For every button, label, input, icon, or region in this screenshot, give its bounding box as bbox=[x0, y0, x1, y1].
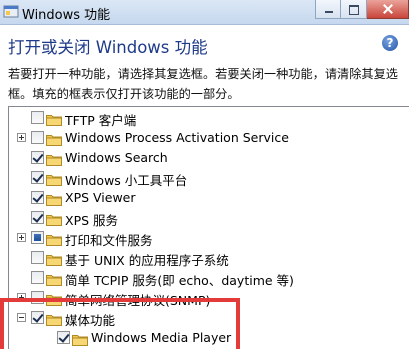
minimize-button[interactable] bbox=[315, 0, 341, 19]
description-text: 若要打开一种功能，请选择其复选框。若要关闭一种功能，请清除其复选框。填充的框表示… bbox=[8, 67, 398, 101]
windows-features-icon bbox=[3, 5, 19, 18]
feature-checkbox[interactable] bbox=[31, 191, 44, 204]
folder-icon bbox=[46, 211, 62, 226]
feature-checkbox[interactable] bbox=[31, 271, 44, 284]
expand-toggle[interactable] bbox=[17, 233, 26, 242]
folder-icon bbox=[46, 131, 62, 146]
feature-checkbox[interactable] bbox=[31, 171, 44, 184]
feature-label: Windows 小工具平台 bbox=[65, 173, 188, 188]
folder-icon bbox=[46, 191, 62, 206]
folder-icon bbox=[46, 171, 62, 186]
title-bar[interactable]: Windows 功能 bbox=[0, 0, 409, 25]
feature-row[interactable]: TFTP 客户端 bbox=[9, 108, 409, 128]
windows-features-dialog: Windows 功能 打开或关闭 Windows 功能 ? 若要打开一种功能，请… bbox=[0, 0, 409, 349]
collapse-toggle[interactable] bbox=[17, 313, 26, 322]
folder-icon bbox=[46, 151, 62, 166]
folder-icon bbox=[46, 111, 62, 126]
feature-label: Windows Media Player bbox=[91, 330, 232, 345]
help-icon[interactable]: ? bbox=[382, 35, 398, 51]
feature-row[interactable]: 简单网络管理协议(SNMP) bbox=[9, 288, 409, 308]
feature-checkbox[interactable] bbox=[31, 291, 44, 304]
feature-checkbox[interactable] bbox=[31, 151, 44, 164]
expand-toggle[interactable] bbox=[17, 293, 26, 302]
feature-row[interactable]: 基于 UNIX 的应用程序子系统 bbox=[9, 248, 409, 268]
feature-label: Windows Process Activation Service bbox=[65, 130, 289, 145]
feature-checkbox[interactable] bbox=[31, 311, 44, 324]
feature-label: 打印和文件服务 bbox=[65, 233, 153, 248]
feature-label: 简单 TCPIP 服务(即 echo、daytime 等) bbox=[65, 273, 294, 288]
feature-row[interactable]: Windows Media Player bbox=[9, 328, 409, 348]
feature-row[interactable]: Windows Search bbox=[9, 148, 409, 168]
feature-label: XPS Viewer bbox=[65, 190, 136, 205]
feature-row[interactable]: 媒体功能 bbox=[9, 308, 409, 328]
maximize-button[interactable] bbox=[341, 0, 367, 19]
folder-icon bbox=[46, 251, 62, 266]
folder-icon bbox=[46, 231, 62, 246]
feature-label: XPS 服务 bbox=[65, 213, 119, 228]
feature-checkbox[interactable] bbox=[31, 131, 44, 144]
feature-checkbox[interactable] bbox=[31, 251, 44, 264]
feature-row[interactable]: 打印和文件服务 bbox=[9, 228, 409, 248]
folder-icon bbox=[46, 291, 62, 306]
features-tree[interactable]: TFTP 客户端 Windows Process Activation Servi… bbox=[8, 106, 409, 349]
folder-icon bbox=[72, 331, 88, 346]
close-button[interactable] bbox=[367, 0, 409, 19]
feature-label: TFTP 客户端 bbox=[65, 113, 137, 128]
expand-toggle[interactable] bbox=[17, 133, 26, 142]
feature-row[interactable]: 简单 TCPIP 服务(即 echo、daytime 等) bbox=[9, 268, 409, 288]
feature-checkbox[interactable] bbox=[31, 231, 44, 244]
folder-icon bbox=[46, 311, 62, 326]
feature-row[interactable]: XPS Viewer bbox=[9, 188, 409, 208]
feature-row[interactable]: Windows 小工具平台 bbox=[9, 168, 409, 188]
feature-row[interactable]: Windows Process Activation Service bbox=[9, 128, 409, 148]
caption-buttons bbox=[315, 0, 409, 20]
feature-label: 媒体功能 bbox=[65, 313, 116, 328]
feature-label: 基于 UNIX 的应用程序子系统 bbox=[65, 253, 229, 268]
window-title: Windows 功能 bbox=[22, 8, 111, 23]
folder-icon bbox=[46, 271, 62, 286]
feature-checkbox[interactable] bbox=[31, 111, 44, 124]
page-title: 打开或关闭 Windows 功能 bbox=[8, 38, 208, 57]
feature-row[interactable]: XPS 服务 bbox=[9, 208, 409, 228]
feature-checkbox[interactable] bbox=[57, 331, 70, 344]
feature-checkbox[interactable] bbox=[31, 211, 44, 224]
feature-label: 简单网络管理协议(SNMP) bbox=[65, 293, 211, 308]
feature-label: Windows Search bbox=[65, 150, 168, 165]
